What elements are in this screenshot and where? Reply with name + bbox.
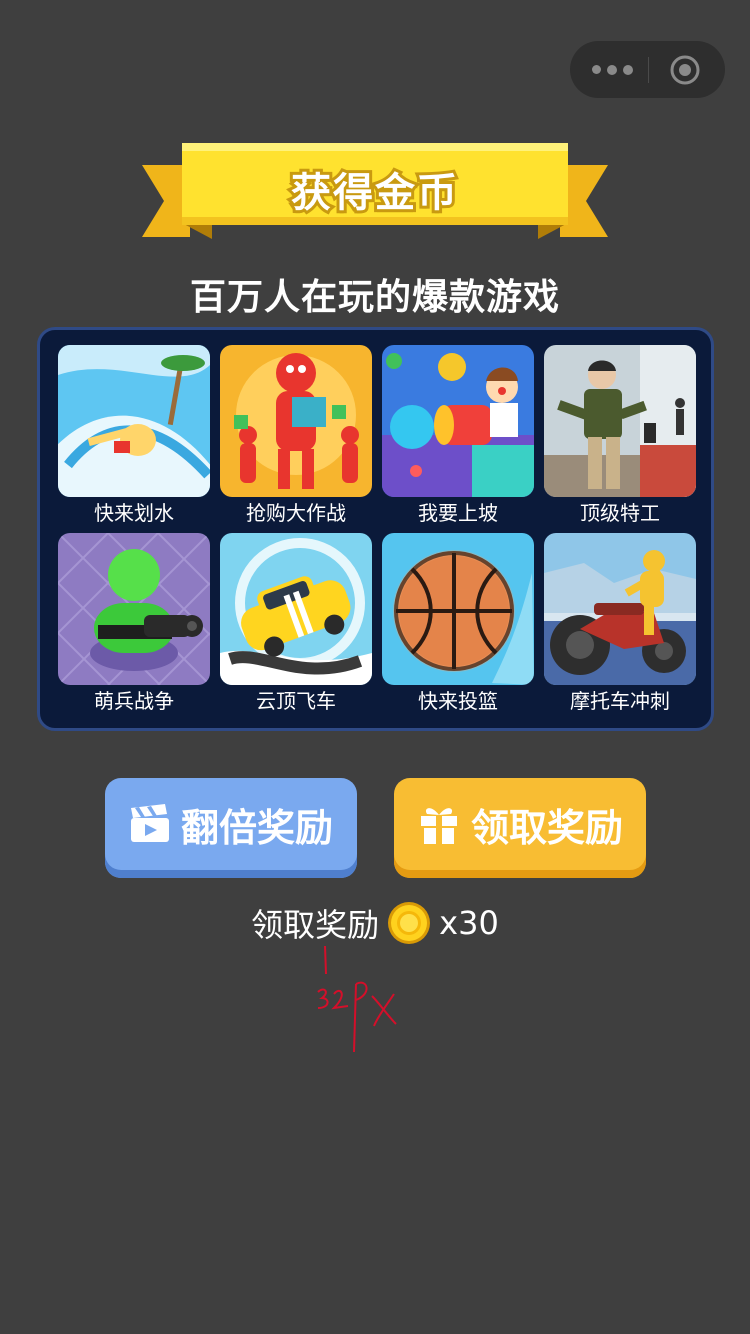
reward-label: 领取奖励 — [251, 906, 380, 944]
game-name: 我要上坡 — [418, 501, 498, 525]
double-reward-label: 翻倍奖励 — [180, 805, 333, 850]
mini-program-capsule — [570, 41, 725, 98]
game-tile-water-slide[interactable]: 快来划水 — [58, 345, 210, 526]
size-annotation — [310, 944, 410, 1058]
motorbike-icon — [544, 533, 696, 685]
claim-reward-button[interactable]: 领取奖励 — [394, 778, 646, 878]
game-tile-ball-cannon[interactable]: 我要上坡 — [382, 345, 534, 526]
game-tile-yellow-car[interactable]: 云顶飞车 — [220, 533, 372, 714]
game-tile-motorbike[interactable]: 摩托车冲刺 — [544, 533, 696, 714]
video-clapper-icon — [130, 804, 169, 842]
game-name: 摩托车冲刺 — [570, 689, 670, 713]
game-name: 萌兵战争 — [94, 689, 174, 713]
gift-icon — [420, 808, 457, 844]
capsule-divider — [648, 57, 649, 83]
double-reward-button[interactable]: 翻倍奖励 — [105, 778, 357, 878]
game-name: 云顶飞车 — [256, 689, 336, 713]
reward-info: 领取奖励 x30 — [0, 900, 750, 946]
water-slide-icon — [58, 345, 210, 497]
agent-icon — [544, 345, 696, 497]
game-tile-basketball[interactable]: 快来投篮 — [382, 533, 534, 714]
claim-reward-label: 领取奖励 — [470, 805, 623, 850]
handwritten-32px-mark — [317, 945, 397, 1053]
game-tile-crowd-rush[interactable]: 抢购大作战 — [220, 345, 372, 526]
target-circle-icon[interactable] — [670, 55, 700, 85]
game-name: 快来投篮 — [418, 689, 498, 713]
game-name: 抢购大作战 — [246, 501, 346, 525]
game-tile-agent[interactable]: 顶级特工 — [544, 345, 696, 526]
page-title: 获得金币 — [288, 167, 460, 219]
yellow-car-icon — [220, 533, 372, 685]
game-tile-green-tank[interactable]: 萌兵战争 — [58, 533, 210, 714]
green-tank-icon — [58, 533, 210, 685]
more-dots-icon[interactable] — [592, 65, 633, 75]
ball-cannon-icon — [382, 345, 534, 497]
gold-coin-icon — [388, 902, 431, 944]
games-panel: 快来划水 抢购大作战 我要上坡 顶级特工 萌兵战争 云顶飞车 快来投篮 摩托车冲… — [37, 327, 714, 731]
page-subtitle: 百万人在玩的爆款游戏 — [189, 277, 560, 318]
crowd-rush-icon — [220, 345, 372, 497]
reward-amount: x30 — [439, 904, 499, 942]
game-name: 顶级特工 — [580, 501, 660, 525]
basketball-icon — [382, 533, 534, 685]
game-name: 快来划水 — [94, 501, 174, 525]
